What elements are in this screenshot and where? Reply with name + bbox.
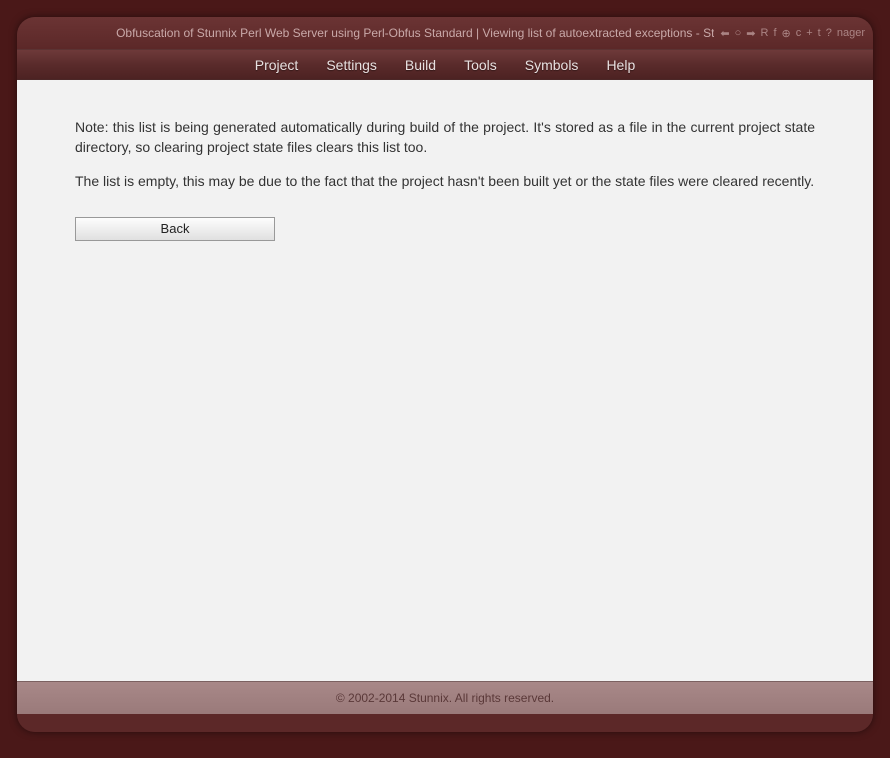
app-window: Obfuscation of Stunnix Perl Web Server u… bbox=[17, 17, 873, 732]
menu-symbols[interactable]: Symbols bbox=[525, 57, 579, 73]
help-icon[interactable]: ? bbox=[826, 27, 832, 39]
toolbar-icons: ⬅ ○ ➡ R f ⊕ c + t ? nager bbox=[720, 27, 865, 40]
back-button[interactable]: Back bbox=[75, 217, 275, 241]
nav-stop-icon[interactable]: ○ bbox=[735, 27, 742, 39]
t-icon[interactable]: t bbox=[818, 27, 821, 39]
title-bar: Obfuscation of Stunnix Perl Web Server u… bbox=[17, 17, 873, 49]
title-trailing: nager bbox=[837, 27, 865, 39]
note-text-1: Note: this list is being generated autom… bbox=[75, 118, 815, 157]
copyright-text: © 2002-2014 Stunnix. All rights reserved… bbox=[336, 691, 554, 705]
refresh-icon[interactable]: R bbox=[761, 27, 769, 39]
menu-project[interactable]: Project bbox=[255, 57, 299, 73]
window-title: Obfuscation of Stunnix Perl Web Server u… bbox=[25, 26, 714, 40]
plus-icon[interactable]: + bbox=[806, 27, 812, 39]
menu-settings[interactable]: Settings bbox=[326, 57, 377, 73]
c-icon[interactable]: c bbox=[796, 27, 802, 39]
menu-help[interactable]: Help bbox=[606, 57, 635, 73]
menu-build[interactable]: Build bbox=[405, 57, 436, 73]
plus-circle-icon[interactable]: ⊕ bbox=[782, 27, 791, 40]
main-menu: Project Settings Build Tools Symbols Hel… bbox=[17, 49, 873, 80]
window-bottom-edge bbox=[17, 714, 873, 732]
nav-forward-icon[interactable]: ➡ bbox=[746, 27, 755, 40]
menu-tools[interactable]: Tools bbox=[464, 57, 497, 73]
content-panel: Note: this list is being generated autom… bbox=[17, 80, 873, 681]
f-icon[interactable]: f bbox=[773, 27, 776, 39]
footer-bar: © 2002-2014 Stunnix. All rights reserved… bbox=[17, 681, 873, 714]
note-text-2: The list is empty, this may be due to th… bbox=[75, 172, 815, 192]
nav-back-icon[interactable]: ⬅ bbox=[720, 27, 729, 40]
